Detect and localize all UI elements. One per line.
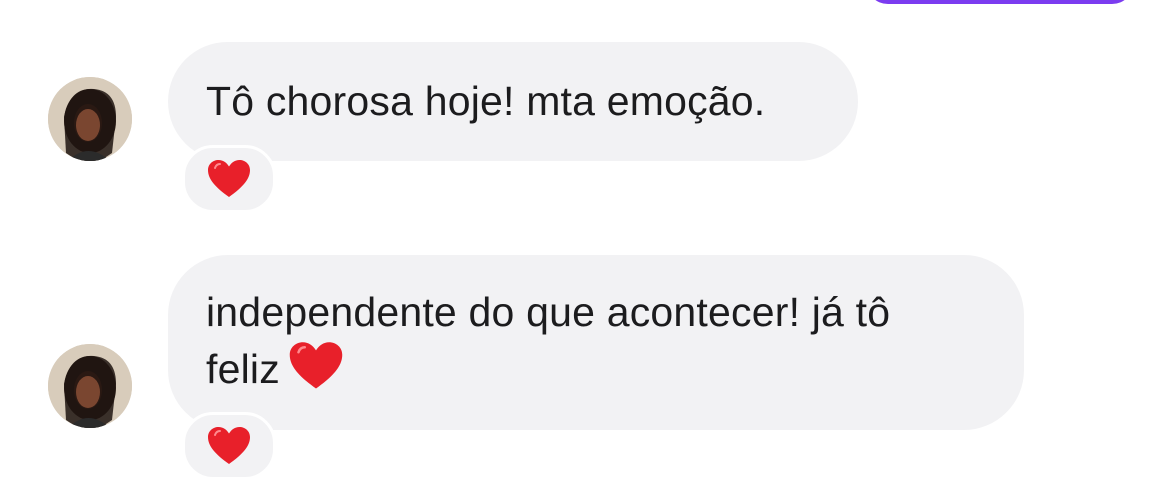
avatar-image: [48, 77, 132, 161]
sender-avatar[interactable]: [48, 344, 132, 428]
message-bubble[interactable]: Tô chorosa hoje! mta emoção.: [168, 42, 858, 161]
message-text-line: feliz: [206, 341, 986, 398]
red-heart-icon: [208, 160, 250, 197]
message-text-line: independente do que acontecer! já tô: [206, 289, 891, 335]
sender-avatar[interactable]: [48, 77, 132, 161]
reaction-badge[interactable]: [182, 145, 276, 213]
reaction-badge[interactable]: [182, 412, 276, 480]
avatar-image: [48, 344, 132, 428]
message-text-fragment: feliz: [206, 346, 280, 392]
red-heart-icon: [288, 341, 344, 391]
message-text: Tô chorosa hoje! mta emoção.: [206, 78, 766, 124]
sent-message-bubble-edge[interactable]: [866, 0, 1134, 4]
red-heart-icon: [208, 427, 250, 464]
message-bubble[interactable]: independente do que acontecer! já tô fel…: [168, 255, 1024, 430]
